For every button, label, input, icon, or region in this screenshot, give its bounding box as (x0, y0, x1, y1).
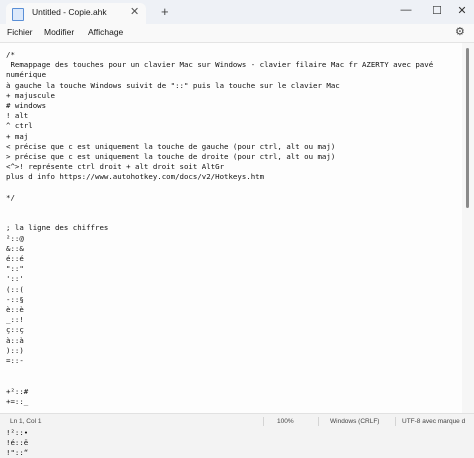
encoding: UTF-8 avec marque d (402, 418, 466, 425)
menu-edit[interactable]: Modifier (44, 27, 74, 37)
cursor-position: Ln 1, Col 1 (10, 418, 42, 425)
zoom-level: 100% (277, 418, 294, 425)
scrollbar-thumb[interactable] (466, 48, 469, 208)
status-divider (263, 417, 264, 426)
minimize-button[interactable]: — (396, 4, 416, 16)
text-editor[interactable]: /* Remappage des touches pour un clavier… (0, 43, 462, 457)
gear-icon[interactable]: ⚙ (455, 25, 465, 38)
notepad-file-icon (12, 8, 24, 21)
title-bar: Untitled - Copie.ahk ✕ + — ☐ ✕ (0, 0, 474, 24)
new-tab-button[interactable]: + (161, 4, 169, 19)
status-divider (318, 417, 319, 426)
status-divider (395, 417, 396, 426)
close-window-button[interactable]: ✕ (452, 4, 472, 17)
line-ending: Windows (CRLF) (330, 418, 380, 425)
menu-file[interactable]: Fichier (7, 27, 33, 37)
status-bar: Ln 1, Col 1 100% Windows (CRLF) UTF-8 av… (0, 413, 474, 429)
maximize-button[interactable]: ☐ (427, 4, 447, 17)
tab-title: Untitled - Copie.ahk (32, 7, 107, 17)
menu-bar: Fichier Modifier Affichage ⚙ (0, 24, 474, 43)
editor-text[interactable]: /* Remappage des touches pour un clavier… (6, 50, 433, 458)
tab-close-icon[interactable]: ✕ (130, 5, 139, 18)
menu-view[interactable]: Affichage (88, 27, 123, 37)
document-tab[interactable]: Untitled - Copie.ahk ✕ (6, 3, 146, 24)
